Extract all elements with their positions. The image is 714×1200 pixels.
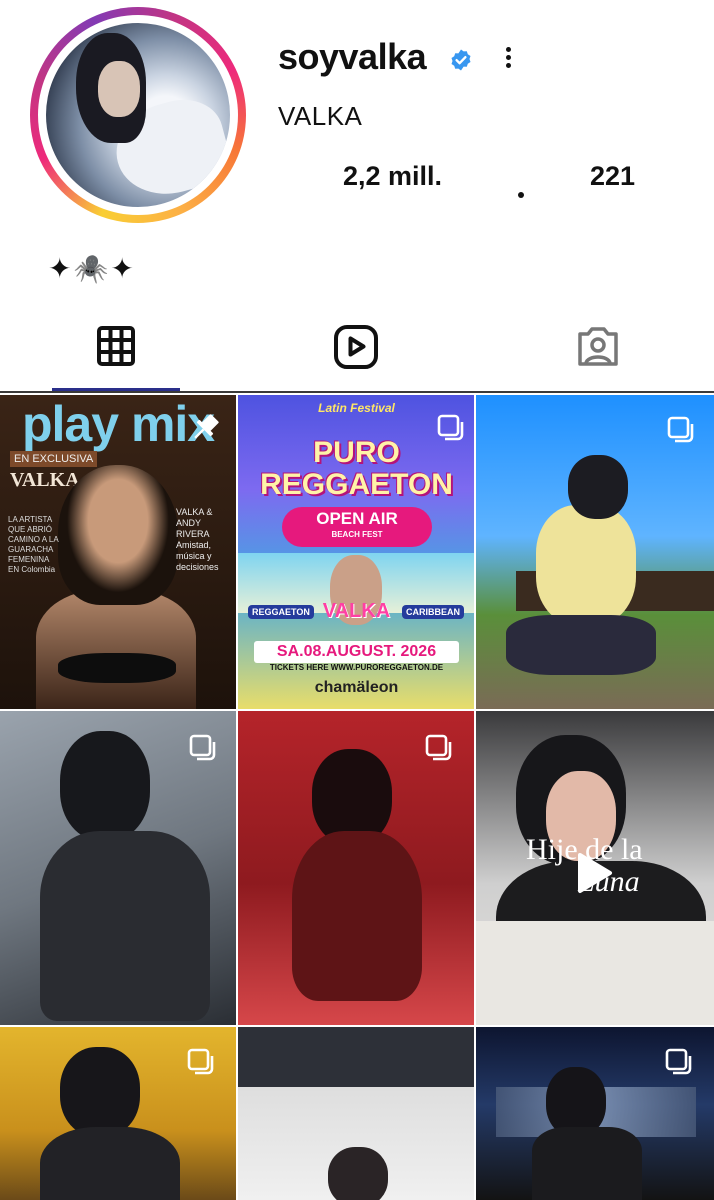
avatar-frame xyxy=(38,15,238,215)
more-options-icon[interactable] xyxy=(496,44,520,80)
post-tile-2[interactable]: Latin Festival PURO REGGAETON OPEN AIR B… xyxy=(238,395,474,709)
post-tile-1[interactable]: play mix EN EXCLUSIVA VALKA LA ARTISTA Q… xyxy=(0,395,236,709)
cover-figure-top xyxy=(58,653,176,683)
poster-tickets: TICKETS HERE WWW.PUROREGGAETON.DE xyxy=(269,663,444,672)
cover-figure-head xyxy=(58,465,178,605)
poster-venue: chamäleon xyxy=(314,679,399,696)
poster-stage-left: REGGAETON xyxy=(248,605,314,619)
tagged-icon xyxy=(578,327,618,366)
post-tile-9[interactable] xyxy=(476,1027,714,1200)
profile-display-name: VALKA xyxy=(278,101,363,131)
tab-reels[interactable] xyxy=(332,322,380,374)
story-ring[interactable] xyxy=(30,7,246,223)
magazine-cover-name: VALKA xyxy=(10,469,80,491)
poster-date: SA.08.AUGUST. 2026 xyxy=(254,641,459,663)
magazine-tag: EN EXCLUSIVA xyxy=(10,451,98,467)
profile-username: soyvalka xyxy=(278,36,427,77)
magazine-title: play mix xyxy=(22,396,215,452)
post-tile-5[interactable] xyxy=(238,711,474,1025)
cover-text-right: VALKA & ANDY RIVERA Amistad, música y de… xyxy=(176,507,219,572)
tab-tagged[interactable] xyxy=(574,322,622,374)
carousel-icon xyxy=(187,1048,214,1075)
cover-text-left: LA ARTISTA QUE ABRIÓ CAMINO A LA GUARACH… xyxy=(8,515,59,574)
poster-badge-sub: BEACH FEST xyxy=(331,530,383,539)
carousel-icon xyxy=(425,734,452,761)
photo-figure-hair xyxy=(328,1147,388,1200)
photo-figure-jersey xyxy=(532,1127,642,1200)
verified-badge-icon xyxy=(451,49,471,71)
photo-figure-body xyxy=(40,1127,180,1200)
pinned-icon xyxy=(194,414,219,439)
stats-separator-dot xyxy=(518,192,524,198)
reels-icon xyxy=(334,325,378,369)
carousel-icon xyxy=(665,1048,692,1075)
carousel-icon xyxy=(437,414,464,441)
cover-figure-body xyxy=(36,590,196,709)
followers-count[interactable]: 2,2 mill. xyxy=(343,161,442,192)
avatar-figure-face xyxy=(98,61,140,117)
photo-figure-body xyxy=(292,831,422,1001)
poster-title: PURO REGGAETON xyxy=(260,436,453,501)
photo-wall xyxy=(238,1027,474,1087)
tabs-divider xyxy=(0,391,714,393)
poster-badge-main: OPEN AIR xyxy=(316,509,398,528)
play-icon xyxy=(578,853,612,893)
post-tile-6[interactable]: Hije de la Luna xyxy=(476,711,714,1025)
carousel-icon xyxy=(667,416,694,443)
post-tile-7[interactable] xyxy=(0,1027,236,1200)
post-tile-8[interactable] xyxy=(238,1027,474,1200)
posts-grid: play mix EN EXCLUSIVA VALKA LA ARTISTA Q… xyxy=(0,395,714,1200)
tab-posts[interactable] xyxy=(92,322,140,374)
photo-blanket xyxy=(476,921,714,1025)
grid-icon xyxy=(97,326,135,366)
following-count[interactable]: 221 xyxy=(590,161,635,192)
photo-figure-hair xyxy=(568,455,628,519)
photo-figure-skirt xyxy=(506,615,656,675)
poster-stage-right: CARIBBEAN xyxy=(402,605,464,619)
post-tile-4[interactable] xyxy=(0,711,236,1025)
photo-figure-hair xyxy=(60,731,150,841)
post-tile-3[interactable] xyxy=(476,395,714,709)
poster-badge: OPEN AIR BEACH FEST xyxy=(282,507,432,547)
photo-figure-body xyxy=(40,831,210,1021)
carousel-icon xyxy=(189,734,216,761)
photo-figure-hair xyxy=(60,1047,140,1137)
avatar[interactable] xyxy=(46,23,230,207)
photo-figure-shirt xyxy=(536,505,636,625)
profile-bio: ✦🕷️✦ xyxy=(48,253,136,284)
